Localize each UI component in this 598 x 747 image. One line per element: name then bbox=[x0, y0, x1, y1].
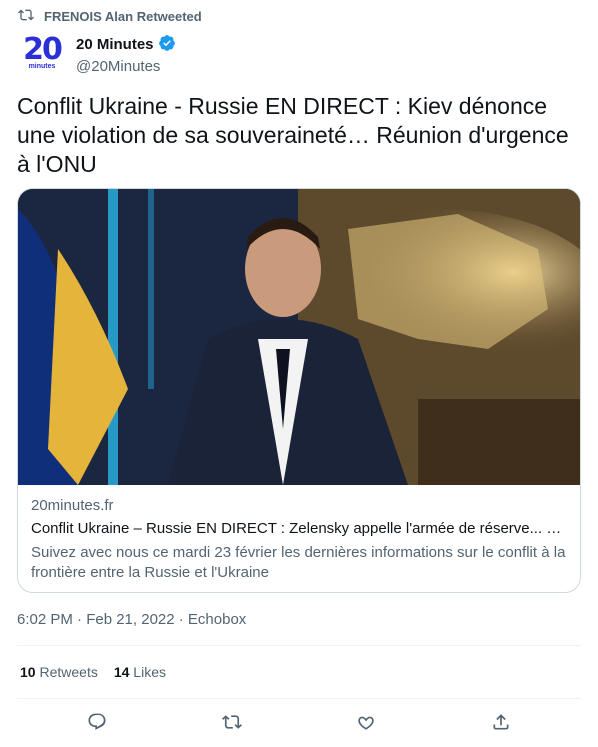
retweet-action-icon[interactable] bbox=[221, 712, 242, 737]
tweet-actions bbox=[0, 712, 598, 737]
retweet-label[interactable]: FRENOIS Alan Retweeted bbox=[44, 9, 202, 24]
avatar-subtext: minutes bbox=[28, 63, 56, 70]
retweets-count: 10 bbox=[20, 664, 36, 680]
likes-count: 14 bbox=[113, 664, 130, 680]
link-card[interactable]: 20minutes.fr Conflit Ukraine – Russie EN… bbox=[17, 188, 581, 593]
reply-icon[interactable] bbox=[87, 712, 107, 737]
avatar-logo: 20 bbox=[23, 32, 63, 67]
retweets-label: Retweets bbox=[39, 664, 98, 680]
card-description: Suivez avec nous ce mardi 23 février les… bbox=[31, 544, 566, 581]
card-title: Conflit Ukraine – Russie EN DIRECT : Zel… bbox=[31, 520, 567, 537]
retweets-stat[interactable]: 10 Retweets bbox=[20, 664, 98, 680]
author-name-text[interactable]: 20 Minutes bbox=[76, 36, 154, 53]
likes-label: Likes bbox=[133, 664, 166, 680]
author-display-name[interactable]: 20 Minutes bbox=[76, 34, 176, 56]
verified-badge-icon bbox=[158, 34, 176, 56]
card-photo-illustration bbox=[18, 189, 580, 485]
avatar[interactable]: 20 minutes bbox=[18, 30, 66, 78]
card-image[interactable] bbox=[18, 189, 580, 485]
share-icon[interactable] bbox=[491, 712, 511, 737]
retweet-icon bbox=[18, 7, 34, 26]
like-heart-icon[interactable] bbox=[356, 712, 376, 737]
card-domain: 20minutes.fr bbox=[31, 497, 114, 514]
likes-stat[interactable]: 14 Likes bbox=[114, 664, 166, 680]
tweet-timestamp[interactable]: 6:02 PM · Feb 21, 2022 · Echobox bbox=[17, 611, 246, 628]
tweet-text: Conflit Ukraine - Russie EN DIRECT : Kie… bbox=[17, 93, 569, 177]
divider bbox=[17, 645, 581, 646]
divider bbox=[17, 698, 581, 699]
tweet-stats: 10 Retweets 14 Likes bbox=[20, 664, 166, 680]
tweet-header: 20 minutes 20 Minutes @20Minutes bbox=[18, 30, 176, 78]
author-handle[interactable]: @20Minutes bbox=[76, 58, 176, 75]
retweet-indicator: FRENOIS Alan Retweeted bbox=[18, 7, 202, 26]
